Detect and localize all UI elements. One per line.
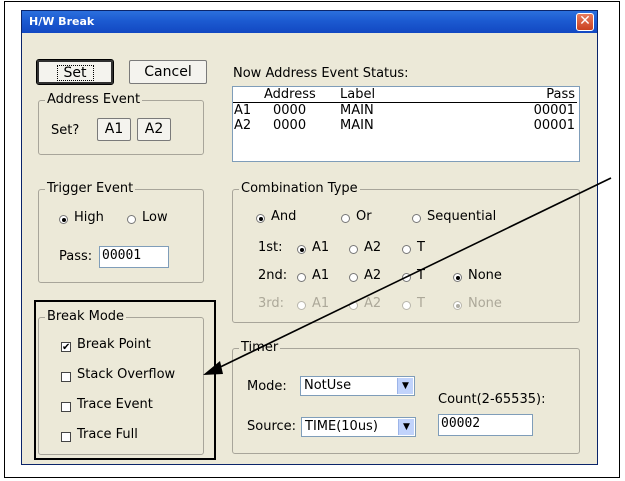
third-label: 3rd: bbox=[258, 296, 285, 311]
break-mode-highlight-box bbox=[34, 300, 216, 460]
low-label: Low bbox=[142, 210, 168, 225]
high-label: High bbox=[74, 210, 104, 225]
timer-group: Timer Mode: NotUse ▼ Source: TIME(10us) … bbox=[232, 340, 580, 454]
source-label: Source: bbox=[247, 419, 297, 434]
status-label: Now Address Event Status: bbox=[233, 66, 409, 81]
address-event-label: Address Event bbox=[45, 92, 143, 107]
set-button[interactable]: Set bbox=[36, 59, 114, 85]
third-t-radio bbox=[402, 301, 411, 310]
pass-field[interactable]: 00001 bbox=[99, 246, 169, 268]
chevron-down-icon[interactable]: ▼ bbox=[398, 419, 414, 435]
count-field[interactable]: 00002 bbox=[438, 414, 533, 436]
status-header: Address Label Pass bbox=[233, 87, 577, 103]
pass-label: Pass: bbox=[59, 249, 93, 264]
first-a2-radio[interactable] bbox=[349, 245, 358, 254]
count-label: Count(2-65535): bbox=[438, 392, 546, 407]
second-a2-radio[interactable] bbox=[349, 273, 358, 282]
second-label: 2nd: bbox=[258, 268, 288, 283]
set-prompt: Set? bbox=[51, 123, 80, 138]
title-bar[interactable]: H/W Break ✕ bbox=[22, 11, 597, 33]
close-icon: ✕ bbox=[579, 13, 591, 29]
first-t-radio[interactable] bbox=[402, 245, 411, 254]
cancel-button[interactable]: Cancel bbox=[129, 60, 207, 84]
a1-button[interactable]: A1 bbox=[97, 118, 131, 141]
third-a1-radio bbox=[297, 301, 306, 310]
timer-label: Timer bbox=[239, 340, 281, 355]
header-label: Label bbox=[340, 87, 376, 102]
combination-type-group: Combination Type And Or Sequential 1st: … bbox=[232, 181, 580, 323]
second-t-radio[interactable] bbox=[402, 273, 411, 282]
third-a2-radio bbox=[349, 301, 358, 310]
source-select[interactable]: TIME(10us) ▼ bbox=[301, 417, 416, 437]
third-none-radio bbox=[453, 301, 462, 310]
or-radio[interactable] bbox=[341, 214, 350, 223]
high-radio[interactable] bbox=[59, 215, 68, 224]
table-row[interactable]: A1 0000 MAIN 00001 bbox=[233, 103, 577, 118]
first-a1-radio[interactable] bbox=[297, 245, 306, 254]
combination-type-label: Combination Type bbox=[239, 181, 360, 196]
table-row[interactable]: A2 0000 MAIN 00001 bbox=[233, 118, 577, 133]
and-radio[interactable] bbox=[256, 214, 265, 223]
address-event-group: Address Event Set? A1 A2 bbox=[38, 92, 204, 155]
header-pass: Pass bbox=[546, 87, 575, 102]
first-label: 1st: bbox=[258, 240, 283, 255]
a2-button[interactable]: A2 bbox=[137, 118, 171, 141]
close-button[interactable]: ✕ bbox=[576, 13, 594, 31]
sequential-radio[interactable] bbox=[412, 214, 421, 223]
chevron-down-icon[interactable]: ▼ bbox=[397, 378, 413, 394]
header-address: Address bbox=[264, 87, 316, 102]
trigger-event-group: Trigger Event High Low Pass: 00001 bbox=[38, 181, 204, 283]
second-none-radio[interactable] bbox=[453, 273, 462, 282]
trigger-event-label: Trigger Event bbox=[45, 181, 136, 196]
mode-label: Mode: bbox=[247, 379, 287, 394]
second-a1-radio[interactable] bbox=[297, 273, 306, 282]
mode-select[interactable]: NotUse ▼ bbox=[300, 376, 415, 396]
status-list[interactable]: Address Label Pass A1 0000 MAIN 00001 A2… bbox=[232, 86, 580, 162]
dialog-title: H/W Break bbox=[29, 15, 95, 28]
low-radio[interactable] bbox=[127, 215, 136, 224]
